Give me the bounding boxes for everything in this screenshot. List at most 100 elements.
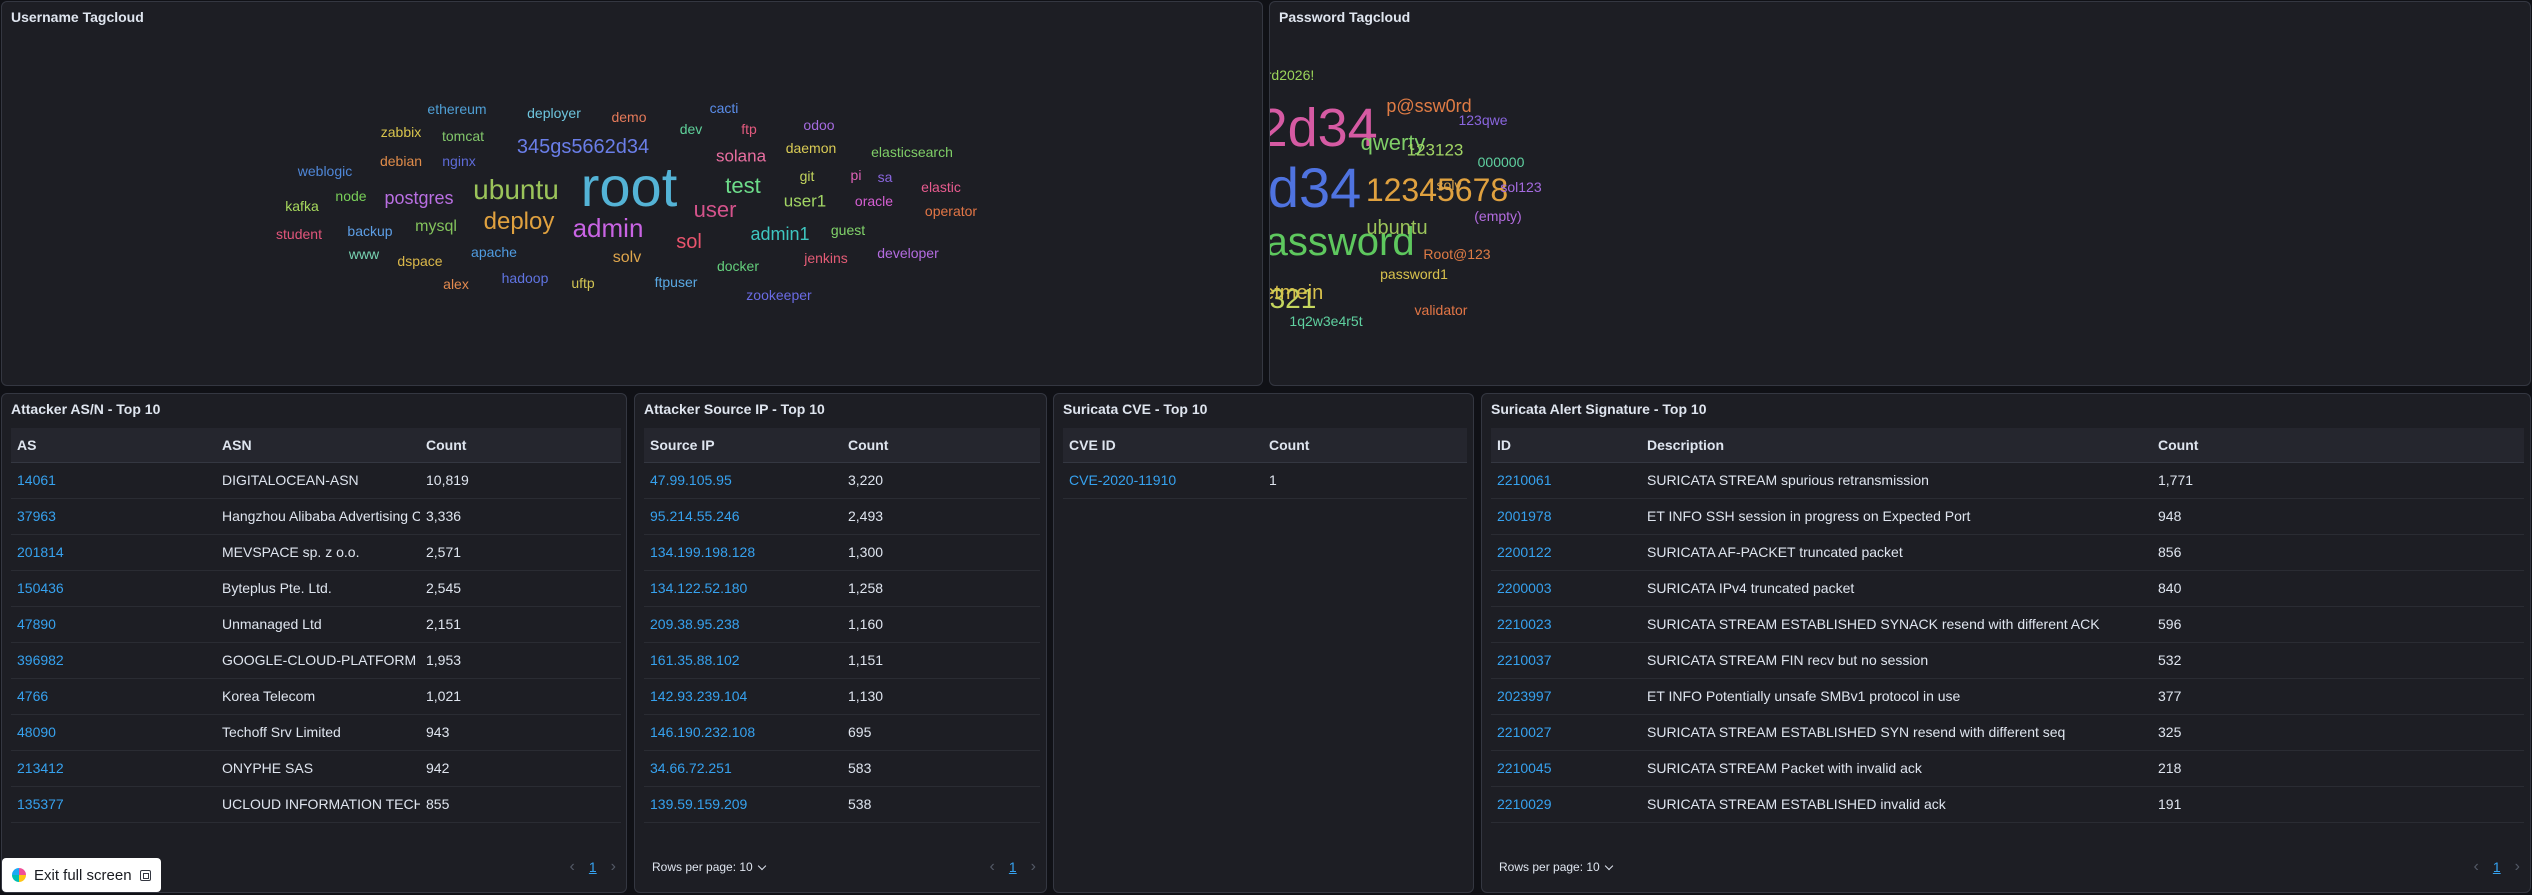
tagcloud-word[interactable]: Root@123 — [1423, 247, 1490, 261]
tagcloud-word[interactable]: odoo — [803, 118, 834, 132]
page-number[interactable]: 1 — [1009, 859, 1017, 875]
tagcloud-word[interactable]: mysql — [415, 219, 457, 235]
next-page-icon[interactable]: › — [2515, 858, 2520, 876]
column-header[interactable]: CVE ID — [1063, 428, 1263, 463]
tagcloud-word[interactable]: dspace — [397, 254, 442, 268]
column-header[interactable]: Count — [420, 428, 621, 463]
tagcloud-word[interactable]: developer — [877, 246, 939, 260]
table-cell-link[interactable]: 2210023 — [1491, 606, 1641, 643]
column-header[interactable]: Count — [842, 428, 1040, 463]
table-cell-link[interactable]: 146.190.232.108 — [644, 714, 842, 751]
tagcloud-word[interactable]: user — [694, 199, 737, 221]
tagcloud-word[interactable]: (empty) — [1474, 209, 1521, 223]
tagcloud-word[interactable]: 345gs5662d34 — [517, 137, 649, 157]
table-cell-link[interactable]: 47890 — [11, 606, 216, 643]
column-header[interactable]: Description — [1641, 428, 2152, 463]
tagcloud-word[interactable]: solv — [613, 250, 641, 266]
tagcloud-word[interactable]: ethereum — [427, 102, 486, 116]
tagcloud-word[interactable]: elastic — [921, 180, 961, 194]
table-cell-link[interactable]: 34.66.72.251 — [644, 750, 842, 787]
tagcloud-word[interactable]: student — [276, 227, 322, 241]
tagcloud-word[interactable]: elasticsearch — [871, 145, 953, 159]
tagcloud-word[interactable]: node — [335, 189, 366, 203]
next-page-icon[interactable]: › — [611, 858, 616, 876]
table-cell-link[interactable]: 213412 — [11, 750, 216, 787]
column-header[interactable]: ASN — [216, 428, 420, 463]
tagcloud-word[interactable]: 123123 — [1407, 142, 1464, 159]
rows-per-page-select[interactable]: Rows per page: 10 — [1499, 860, 1613, 874]
table-cell-link[interactable]: 396982 — [11, 642, 216, 679]
tagcloud-word[interactable]: pi — [851, 168, 862, 182]
table-cell-link[interactable]: 209.38.95.238 — [644, 606, 842, 643]
table-cell-link[interactable]: 2210029 — [1491, 786, 1641, 823]
table-cell-link[interactable]: 134.122.52.180 — [644, 570, 842, 607]
tagcloud-word[interactable]: ubuntu — [1366, 218, 1427, 238]
table-cell-link[interactable]: 95.214.55.246 — [644, 498, 842, 535]
page-number[interactable]: 1 — [589, 859, 597, 875]
tagcloud-word[interactable]: tomcat — [442, 129, 484, 143]
table-cell-link[interactable]: 4766 — [11, 678, 216, 715]
tagcloud-word[interactable]: backup — [347, 224, 392, 238]
tagcloud-word[interactable]: solv — [1437, 178, 1462, 192]
tagcloud-word[interactable]: root — [581, 159, 678, 215]
prev-page-icon[interactable]: ‹ — [990, 858, 995, 876]
table-cell-link[interactable]: 142.93.239.104 — [644, 678, 842, 715]
table-cell-link[interactable]: 14061 — [11, 462, 216, 499]
table-cell-link[interactable]: 161.35.88.102 — [644, 642, 842, 679]
tagcloud-word[interactable]: daemon — [786, 141, 837, 155]
tagcloud-word[interactable]: guest — [831, 223, 865, 237]
table-cell-link[interactable]: 2210037 — [1491, 642, 1641, 679]
tagcloud-word[interactable]: operator — [925, 204, 977, 218]
tagcloud-word[interactable]: admin1 — [750, 225, 809, 243]
table-cell-link[interactable]: 139.59.159.209 — [644, 786, 842, 823]
tagcloud-word[interactable]: ftpuser — [655, 275, 698, 289]
table-cell-link[interactable]: 2001978 — [1491, 498, 1641, 535]
tagcloud-word[interactable]: 123qwe — [1458, 113, 1507, 127]
tagcloud-word[interactable]: validator — [1415, 303, 1468, 317]
tagcloud-word[interactable]: hadoop — [502, 271, 549, 285]
tagcloud-word[interactable]: password1 — [1380, 267, 1448, 281]
prev-page-icon[interactable]: ‹ — [570, 858, 575, 876]
tagcloud-word[interactable]: admin — [573, 215, 644, 241]
table-cell-link[interactable]: 37963 — [11, 498, 216, 535]
tagcloud-word[interactable]: 345gs5662d34 — [1270, 160, 1361, 216]
table-cell-link[interactable]: 2200003 — [1491, 570, 1641, 607]
tagcloud-word[interactable]: sa — [878, 170, 893, 184]
table-cell-link[interactable]: 201814 — [11, 534, 216, 571]
table-cell-link[interactable]: 2210061 — [1491, 462, 1641, 499]
tagcloud-word[interactable]: user1 — [784, 193, 827, 210]
tagcloud-word[interactable]: weblogic — [298, 164, 352, 178]
tagcloud-word[interactable]: ubuntu — [473, 176, 559, 204]
tagcloud-word[interactable]: ftp — [741, 122, 757, 136]
table-cell-link[interactable]: 2210045 — [1491, 750, 1641, 787]
table-cell-link[interactable]: 150436 — [11, 570, 216, 607]
tagcloud-word[interactable]: test — [725, 175, 760, 197]
tagcloud-word[interactable]: apache — [471, 245, 517, 259]
tagcloud-word[interactable]: deploy — [484, 210, 555, 234]
tagcloud-word[interactable]: git — [800, 169, 815, 183]
tagcloud-word[interactable]: 1q2w3e4r5t — [1289, 314, 1362, 328]
tagcloud-word[interactable]: jenkins — [804, 251, 848, 265]
table-cell-link[interactable]: 47.99.105.95 — [644, 462, 842, 499]
column-header[interactable]: ID — [1491, 428, 1641, 463]
rows-per-page-select[interactable]: Rows per page: 10 — [652, 860, 766, 874]
tagcloud-word[interactable]: docker — [717, 259, 759, 273]
tagcloud-word[interactable]: www — [349, 247, 379, 261]
column-header[interactable]: AS — [11, 428, 216, 463]
tagcloud-word[interactable]: debian — [380, 154, 422, 168]
tagcloud-word[interactable]: oracle — [855, 194, 893, 208]
tagcloud-word[interactable]: zabbix — [381, 125, 421, 139]
column-header[interactable]: Source IP — [644, 428, 842, 463]
exit-full-screen-button[interactable]: Exit full screen — [2, 858, 161, 892]
tagcloud-word[interactable]: alex — [443, 277, 469, 291]
table-cell-link[interactable]: 2023997 — [1491, 678, 1641, 715]
table-cell-link[interactable]: 2210027 — [1491, 714, 1641, 751]
tagcloud-word[interactable]: uftp — [571, 276, 594, 290]
tagcloud-word[interactable]: sol123 — [1500, 180, 1541, 194]
tagcloud-word[interactable]: dev — [680, 122, 703, 136]
tagcloud-word[interactable]: 000000 — [1478, 155, 1525, 169]
prev-page-icon[interactable]: ‹ — [2474, 858, 2479, 876]
next-page-icon[interactable]: › — [1031, 858, 1036, 876]
table-cell-link[interactable]: 134.199.198.128 — [644, 534, 842, 571]
table-cell-link[interactable]: 135377 — [11, 786, 216, 823]
